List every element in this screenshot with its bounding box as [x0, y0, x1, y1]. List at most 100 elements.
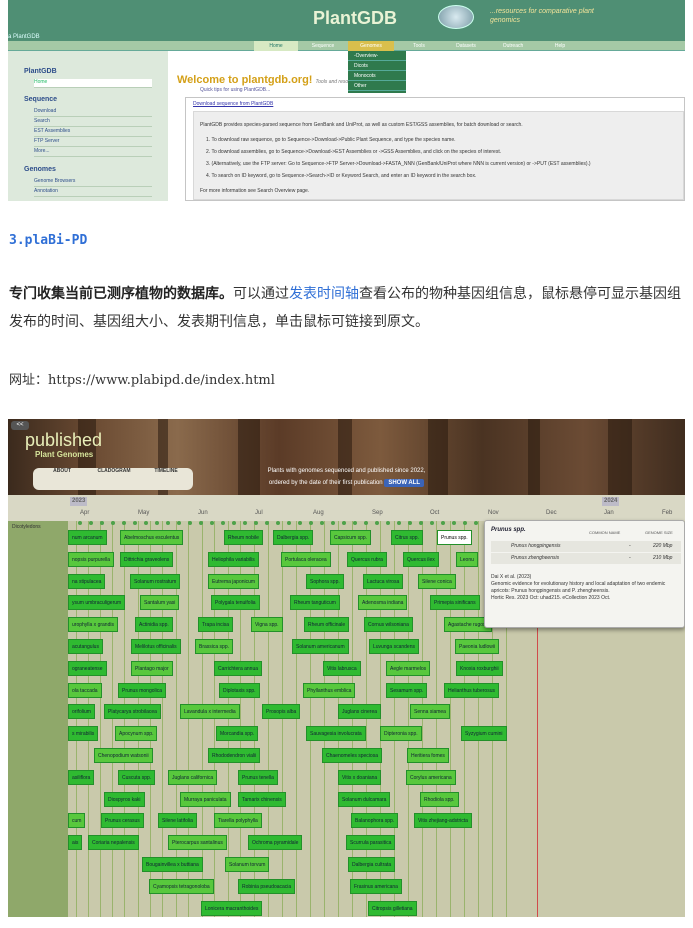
species-block[interactable]: Juglans californica — [168, 769, 218, 785]
species-block[interactable]: Heritiera fomes — [407, 748, 449, 763]
publication-dot[interactable] — [177, 521, 181, 525]
species-block[interactable]: Capsicum spp. — [330, 530, 372, 545]
species-block[interactable]: Pterocarpus santalinus — [168, 835, 227, 851]
publication-dot[interactable] — [210, 521, 214, 525]
publication-dot[interactable] — [122, 521, 126, 525]
species-block[interactable]: Corylus americana — [406, 769, 456, 785]
species-block[interactable]: ysum umbraculigerum — [68, 595, 126, 611]
publication-dot[interactable] — [232, 521, 236, 525]
publication-dot[interactable] — [298, 521, 302, 525]
species-block[interactable]: Quercus rubra — [347, 551, 387, 567]
species-block[interactable]: Silene conica — [418, 573, 456, 589]
nav-outreach[interactable]: Outreach — [491, 41, 535, 51]
publication-dot[interactable] — [243, 521, 247, 525]
nav-datasets[interactable]: Datasets — [444, 41, 488, 51]
species-block[interactable]: ola taccada — [68, 682, 102, 698]
species-block[interactable]: Bougainvillea x buttiana — [142, 857, 203, 872]
species-block[interactable]: ais — [68, 835, 83, 851]
menu-item-other[interactable]: Other — [348, 81, 406, 91]
species-block[interactable]: Sophora spp. — [306, 573, 344, 589]
species-block[interactable]: Solanum dulcamara — [338, 791, 391, 807]
species-block[interactable]: Prunus spp. — [437, 530, 472, 545]
species-block[interactable]: Citrus spp. — [391, 530, 423, 545]
publication-dot[interactable] — [199, 521, 203, 525]
sidebar-item-annotation[interactable]: Annotation — [34, 188, 152, 197]
species-block[interactable]: Vitis x doaniana — [338, 769, 382, 785]
publication-dot[interactable] — [342, 521, 346, 525]
species-block[interactable]: Solanum rostratum — [130, 573, 181, 589]
publication-dot[interactable] — [331, 521, 335, 525]
species-block[interactable]: nopsis purpurella — [68, 551, 115, 567]
species-block[interactable]: acutangulus — [68, 639, 103, 654]
sidebar-item-est[interactable]: EST Assemblies — [34, 128, 152, 137]
sidebar-item-ftp[interactable]: FTP Server — [34, 138, 152, 147]
publication-dot[interactable] — [221, 521, 225, 525]
quick-tips-link[interactable]: Quick tips for using PlantGDB... — [200, 87, 270, 93]
species-block[interactable]: Solanum torvum — [225, 857, 270, 872]
species-block[interactable]: Dipteronia spp. — [380, 726, 422, 742]
species-block[interactable]: Santalum yasi — [140, 595, 180, 611]
species-block[interactable]: Primepia sinificans — [430, 595, 480, 611]
sidebar-item-more[interactable]: More... — [34, 148, 152, 157]
species-block[interactable]: Morcandia spp. — [216, 726, 259, 742]
species-block[interactable]: Rhodiola spp. — [420, 791, 459, 807]
publication-dot[interactable] — [419, 521, 423, 525]
species-block[interactable]: Brassica spp. — [195, 639, 234, 654]
species-block[interactable]: Apocynum spp. — [115, 726, 158, 742]
nav-home[interactable]: Home — [254, 41, 298, 51]
species-block[interactable]: Phyllanthus emblica — [303, 682, 356, 698]
species-block[interactable]: Quercus ilex — [403, 551, 439, 567]
publication-dot[interactable] — [320, 521, 324, 525]
timeline-link[interactable]: 发表时间轴 — [289, 286, 359, 302]
species-block[interactable]: Melilotus officinalis — [131, 639, 181, 654]
species-block[interactable]: Rhododendron vialii — [208, 748, 261, 763]
species-block[interactable]: Sauvagesia involucrata — [306, 726, 366, 742]
species-block[interactable]: Heliophila variabilis — [208, 551, 259, 567]
species-block[interactable]: Coriaria nepalensis — [88, 835, 139, 851]
nav-tools[interactable]: Tools — [397, 41, 441, 51]
species-block[interactable]: Rheum nobile — [224, 530, 263, 545]
species-block[interactable]: Vitis labrusca — [323, 660, 361, 676]
species-block[interactable]: Cyamopsis tetragonoloba — [149, 878, 214, 894]
species-block[interactable]: Prosopis alba — [262, 704, 301, 720]
species-block[interactable]: Cornus wilsoniana — [364, 617, 413, 633]
publication-dot[interactable] — [144, 521, 148, 525]
publication-dot[interactable] — [287, 521, 291, 525]
publication-dot[interactable] — [78, 521, 82, 525]
species-block[interactable]: Prunus cerasus — [101, 813, 144, 829]
species-block[interactable]: Tiarella polyphylla — [214, 813, 262, 829]
menu-item-monocots[interactable]: Monocots — [348, 71, 406, 81]
species-block[interactable]: Lactuca virosa — [363, 573, 404, 589]
species-block[interactable]: Adenosma indiana — [358, 595, 408, 611]
species-block[interactable]: na stipulacea — [68, 573, 106, 589]
species-block[interactable]: Knoxia roxburghii — [456, 660, 503, 676]
publication-dot[interactable] — [397, 521, 401, 525]
publication-dot[interactable] — [133, 521, 137, 525]
nav-sequence[interactable]: Sequence — [301, 41, 345, 51]
species-block[interactable]: urophylla x grandis — [68, 617, 118, 633]
publication-dot[interactable] — [375, 521, 379, 525]
species-block[interactable]: Chaenomeles speciosa — [322, 748, 382, 763]
publication-dot[interactable] — [155, 521, 159, 525]
species-block[interactable]: Sesamum spp. — [386, 682, 428, 698]
species-block[interactable]: Prunus mongolica — [118, 682, 167, 698]
species-block[interactable]: Portulaca oleracea — [281, 551, 331, 567]
sidebar-item-search[interactable]: Search — [34, 118, 152, 127]
species-block[interactable]: Citropsis gilletiana — [368, 900, 417, 916]
species-block[interactable]: Chenopodium watsonii — [94, 748, 153, 763]
publication-dot[interactable] — [111, 521, 115, 525]
species-block[interactable]: Juglans cinerea — [338, 704, 382, 720]
species-block[interactable]: Dittrichia graveolens — [120, 551, 174, 567]
species-block[interactable]: Lavandula x intermedia — [180, 704, 240, 720]
species-block[interactable]: ograneatense — [68, 660, 107, 676]
species-block[interactable]: Dalbergia spp. — [273, 530, 314, 545]
publication-dot[interactable] — [430, 521, 434, 525]
species-block[interactable]: Trapa incisa — [198, 617, 234, 633]
publication-dot[interactable] — [276, 521, 280, 525]
website-url[interactable]: 网址：https://www.plabipd.de/index.html — [9, 369, 275, 388]
species-block[interactable]: Leonu — [456, 551, 478, 567]
nav-help[interactable]: Help — [538, 41, 582, 51]
sidebar-item-genome-browsers[interactable]: Genome Browsers — [34, 178, 152, 187]
species-block[interactable]: asiliflora — [68, 769, 95, 785]
back-button[interactable]: << — [11, 421, 29, 430]
